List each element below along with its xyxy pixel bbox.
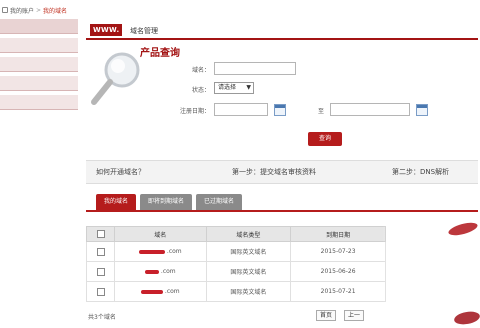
redacted-domain-mark	[140, 289, 163, 294]
first-page-button[interactable]: 首页	[316, 310, 337, 321]
sidebar-item[interactable]	[0, 18, 78, 34]
sidebar	[0, 18, 78, 113]
select-all-header	[85, 226, 116, 242]
type-cell: 国际英文域名	[205, 281, 292, 302]
domain-label: 域名：	[191, 67, 210, 74]
how-to-open-domain-link[interactable]: 如何开通域名？	[96, 167, 145, 177]
domain-tabs: 我的域名 即将到期域名 已过期域名	[96, 194, 243, 210]
type-cell: 国际英文域名	[205, 241, 292, 262]
date-end-input[interactable]	[330, 103, 410, 116]
breadcrumb-my-domains[interactable]: 我的域名	[43, 6, 67, 15]
status-select[interactable]: 请选择 ▼	[214, 82, 254, 94]
breadcrumb: 我的账户 > 我的域名	[2, 4, 67, 16]
status-label: 状态：	[191, 87, 210, 94]
domain-cell[interactable]: .com	[114, 241, 207, 262]
row-checkbox[interactable]	[96, 267, 105, 276]
row-checkbox-cell	[85, 261, 116, 282]
step-one-text: 第一步：提交域名审核资料	[232, 168, 316, 176]
tab-expired-domains[interactable]: 已过期域名	[196, 194, 243, 210]
domain-table: 域名 域名类型 到期日期 .com 国际英文域名 2015-07-23 .com…	[85, 226, 386, 302]
date-start-input[interactable]	[214, 103, 268, 116]
sidebar-item[interactable]	[0, 37, 78, 53]
brand-logo: WWW.	[90, 24, 123, 36]
step-two-text: 第二步：DNS解析	[392, 168, 450, 176]
tab-underline	[86, 210, 478, 212]
type-cell: 国际英文域名	[205, 261, 292, 282]
date-label: 注册日期：	[179, 108, 210, 115]
redacted-domain-mark	[144, 269, 159, 274]
expiry-cell: 2015-07-23	[290, 241, 386, 262]
breadcrumb-my-account[interactable]: 我的账户	[10, 6, 34, 15]
select-all-checkbox[interactable]	[96, 230, 105, 238]
magnifier-icon	[91, 52, 140, 105]
sidebar-item[interactable]	[0, 75, 78, 91]
table-row[interactable]: .com 国际英文域名 2015-07-21	[85, 281, 386, 302]
domain-suffix: .com	[164, 288, 180, 295]
row-checkbox-cell	[85, 281, 116, 302]
page-title: 域名管理	[130, 27, 158, 35]
query-button[interactable]: 查询	[308, 132, 342, 146]
domain-input[interactable]	[214, 62, 296, 75]
table-header-row: 域名 域名类型 到期日期	[85, 226, 386, 242]
calendar-icon[interactable]	[274, 104, 286, 116]
home-icon	[2, 7, 8, 13]
domain-suffix: .com	[160, 268, 176, 275]
query-title: 产品查询	[140, 48, 180, 59]
tab-expiring-domains[interactable]: 即将到期域名	[140, 194, 193, 210]
domain-suffix: .com	[166, 248, 182, 255]
domain-column-header: 域名	[114, 226, 207, 242]
chevron-down-icon: ▼	[246, 84, 251, 91]
row-checkbox[interactable]	[96, 247, 105, 256]
date-to-label: 至	[318, 108, 325, 115]
status-select-value: 请选择	[218, 84, 237, 91]
domain-cell[interactable]: .com	[114, 261, 207, 282]
table-row[interactable]: .com 国际英文域名 2015-07-23	[85, 241, 386, 262]
panel-header: WWW. 域名管理	[86, 22, 478, 40]
steps-bar: 如何开通域名？ 第一步：提交域名审核资料 第二步：DNS解析	[86, 160, 478, 184]
prev-page-button[interactable]: 上一	[344, 310, 365, 321]
sidebar-item[interactable]	[0, 94, 78, 110]
expiry-column-header: 到期日期	[290, 226, 386, 242]
type-column-header: 域名类型	[205, 226, 292, 242]
expiry-cell: 2015-06-26	[290, 261, 386, 282]
main-panel: WWW. 域名管理 产品查询 域名： 状态： 请选择 ▼ 注册日期： 至 查询 …	[82, 18, 480, 328]
row-checkbox[interactable]	[96, 287, 105, 296]
tab-my-domains[interactable]: 我的域名	[96, 194, 137, 210]
sidebar-item[interactable]	[0, 56, 78, 72]
expiry-cell: 2015-07-21	[290, 281, 386, 302]
table-row[interactable]: .com 国际英文域名 2015-06-26	[85, 261, 386, 282]
domain-cell[interactable]: .com	[114, 281, 207, 302]
redacted-domain-mark	[138, 249, 165, 254]
breadcrumb-separator: >	[36, 6, 42, 14]
calendar-icon[interactable]	[416, 104, 428, 116]
row-checkbox-cell	[85, 241, 116, 262]
